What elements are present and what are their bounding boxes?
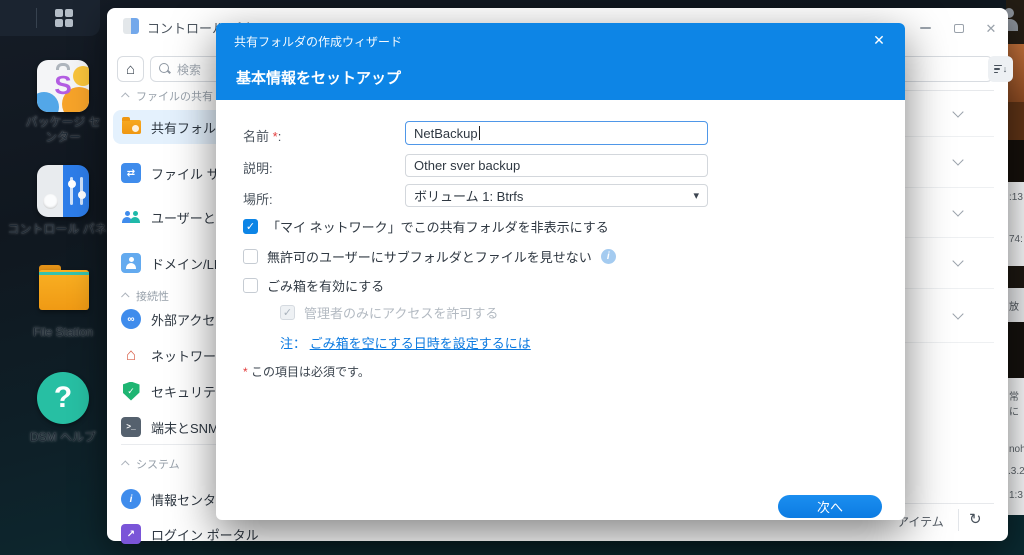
description-input[interactable]: Other sver backup xyxy=(405,154,708,177)
name-label: 名前 *: xyxy=(243,129,282,144)
search-placeholder: 検索 xyxy=(177,62,202,77)
wallpaper-fragment xyxy=(1008,266,1024,288)
chevron-down-icon[interactable] xyxy=(952,307,964,320)
maximize-button[interactable] xyxy=(949,19,969,37)
main-menu-icon[interactable] xyxy=(55,9,75,29)
sort-button[interactable]: ↓ xyxy=(988,56,1013,82)
chevron-down-icon[interactable] xyxy=(952,255,964,267)
recycle-bin-note: 注： ごみ箱を空にする日時を設定するには xyxy=(280,336,531,351)
refresh-icon: ↻ xyxy=(969,511,982,528)
dropdown-arrow-icon: ▾ xyxy=(693,190,699,202)
statusbar-separator xyxy=(958,509,959,531)
fragment-text: noh xyxy=(1009,444,1024,455)
home-button[interactable]: ⌂ xyxy=(117,56,144,82)
fragment-text: 74: xyxy=(1009,234,1023,245)
background-window-fragment: :13 74: xyxy=(1008,182,1024,266)
close-button[interactable]: ✕ xyxy=(981,19,1001,37)
desktop: :13 74: 放 常に noh .3.2 1:3 S パッケージ センター コ… xyxy=(0,0,1024,555)
close-icon: ✕ xyxy=(985,20,997,36)
minimize-button[interactable] xyxy=(915,19,935,37)
hide-in-my-network-checkbox[interactable]: ✓ 「マイ ネットワーク」でこの共有フォルダを非表示にする xyxy=(243,217,609,236)
question-glyph: ? xyxy=(53,381,73,414)
dialog-header: 共有フォルダの作成ウィザード ✕ 基本情報をセットアップ xyxy=(216,23,905,100)
users-icon xyxy=(121,207,141,227)
sidebar-item-login-portal[interactable]: ↗ ログイン ポータル xyxy=(113,519,315,549)
external-access-icon: ∞ xyxy=(121,309,141,329)
name-input[interactable]: NetBackup xyxy=(405,121,708,145)
chevron-up-icon xyxy=(121,292,130,301)
fragment-text: 放 xyxy=(1009,302,1019,313)
description-label: 説明: xyxy=(243,161,273,176)
refresh-button[interactable]: ↻ xyxy=(969,510,982,528)
sidebar-section-file-sharing[interactable]: ファイルの共有 xyxy=(121,88,213,104)
sidebar-section-connectivity[interactable]: 接続性 xyxy=(121,288,169,304)
minimize-icon xyxy=(919,27,931,29)
control-panel-app-icon xyxy=(123,18,139,34)
sort-icon xyxy=(993,64,1002,74)
checkbox-checked-icon[interactable]: ✓ xyxy=(243,219,258,234)
security-shield-icon: ✓ xyxy=(122,381,140,401)
step-title: 基本情報をセットアップ xyxy=(236,70,402,87)
recycle-bin-schedule-link[interactable]: ごみ箱を空にする日時を設定するには xyxy=(310,336,531,351)
desktop-icon-label[interactable]: DSM ヘルプ xyxy=(13,430,113,445)
wallpaper-fragment xyxy=(1008,140,1024,182)
file-station-icon[interactable] xyxy=(39,265,89,310)
chevron-down-icon[interactable] xyxy=(952,105,964,118)
desktop-icon-label[interactable]: パッケージ センター xyxy=(23,115,103,145)
home-icon: ⌂ xyxy=(125,60,136,78)
dsm-help-icon[interactable]: ? xyxy=(37,372,89,424)
chevron-down-icon[interactable] xyxy=(952,204,964,217)
package-center-glyph: S xyxy=(54,70,72,100)
terminal-icon: >_ xyxy=(121,417,141,437)
search-icon xyxy=(159,63,171,75)
wallpaper-fragment xyxy=(1008,322,1024,378)
background-window-fragment: 放 xyxy=(1008,288,1024,322)
domain-ldap-icon xyxy=(121,253,141,273)
shared-folder-icon xyxy=(121,117,141,134)
location-label: 場所: xyxy=(243,192,273,207)
maximize-icon xyxy=(954,23,964,33)
hide-subfolders-checkbox[interactable]: 無許可のユーザーにサブフォルダとファイルを見せない i xyxy=(243,247,616,266)
chevron-down-icon[interactable] xyxy=(952,154,964,166)
admin-only-access-checkbox: ✓ 管理者のみにアクセスを許可する xyxy=(280,303,498,322)
fragment-text: 1:3 xyxy=(1009,490,1023,501)
chevron-up-icon xyxy=(121,460,130,469)
control-panel-icon[interactable] xyxy=(37,165,89,217)
info-center-icon: i xyxy=(121,489,141,509)
login-portal-icon: ↗ xyxy=(121,524,141,544)
dialog-close-button[interactable]: ✕ xyxy=(869,30,889,50)
sidebar-section-system[interactable]: システム xyxy=(121,456,180,472)
checkbox-checked-disabled-icon: ✓ xyxy=(280,305,295,320)
checkbox-unchecked-icon[interactable] xyxy=(243,249,258,264)
next-button[interactable]: 次へ xyxy=(778,495,882,518)
shared-folder-wizard-dialog: 共有フォルダの作成ウィザード ✕ 基本情報をセットアップ 名前 *: NetBa… xyxy=(216,23,905,520)
fragment-text: 常に xyxy=(1009,392,1019,418)
sort-arrow-icon: ↓ xyxy=(1002,63,1008,74)
checkbox-unchecked-icon[interactable] xyxy=(243,278,258,293)
background-window-fragment: 常に noh .3.2 1:3 xyxy=(1008,378,1024,515)
chevron-up-icon xyxy=(121,92,130,101)
required-field-note: * この項目は必須です。 xyxy=(243,365,370,379)
taskbar-divider xyxy=(36,8,37,28)
info-icon[interactable]: i xyxy=(600,249,616,264)
location-select[interactable]: ボリューム 1: Btrfs ▾ xyxy=(405,184,708,207)
close-icon: ✕ xyxy=(873,31,885,48)
enable-recycle-bin-checkbox[interactable]: ごみ箱を有効にする xyxy=(243,276,384,295)
wizard-title: 共有フォルダの作成ウィザード xyxy=(234,35,403,49)
fragment-text: :13 xyxy=(1009,192,1023,203)
network-icon: ⌂ xyxy=(125,345,137,364)
wallpaper-fragment xyxy=(1008,102,1024,140)
taskbar xyxy=(0,0,100,36)
required-asterisk: * xyxy=(243,365,248,379)
fragment-text: .3.2 xyxy=(1008,466,1024,477)
package-center-icon[interactable]: S xyxy=(37,60,89,112)
desktop-icon-label[interactable]: File Station xyxy=(13,325,113,340)
file-services-icon: ⇄ xyxy=(121,163,141,183)
text-caret xyxy=(478,126,480,140)
